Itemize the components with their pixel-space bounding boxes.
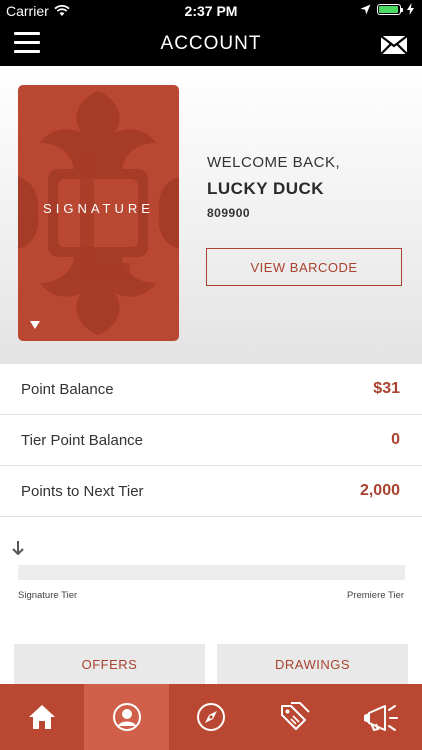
battery-icon: [377, 3, 403, 15]
account-hero: SIGNATURE WELCOME BACK, LUCKY DUCK 80990…: [0, 66, 422, 364]
charging-bolt-icon: [407, 3, 414, 15]
nav-bar: ACCOUNT: [0, 22, 422, 66]
offers-tag-icon: [281, 702, 311, 730]
page-title: ACCOUNT: [160, 33, 262, 54]
row-value: 2,000: [359, 482, 400, 499]
points-to-next-tier-row: Points to Next Tier 2,000: [0, 466, 422, 517]
tab-home[interactable]: [0, 684, 84, 750]
member-number: 809900: [207, 206, 251, 220]
tab-announcements[interactable]: [338, 684, 422, 750]
envelope-icon[interactable]: [380, 34, 408, 56]
member-name: LUCKY DUCK: [207, 179, 325, 198]
status-right-group: [360, 3, 414, 15]
welcome-text: WELCOME BACK,: [207, 154, 341, 171]
drawings-button[interactable]: DRAWINGS: [217, 644, 408, 684]
home-icon: [29, 705, 56, 729]
row-label: Points to Next Tier: [21, 482, 144, 500]
card-label: SIGNATURE: [43, 201, 154, 216]
compass-icon: [197, 703, 226, 731]
account-icon: [112, 703, 141, 731]
offers-button[interactable]: OFFERS: [14, 644, 205, 684]
row-value: 0: [391, 431, 400, 448]
row-label: Point Balance: [21, 380, 114, 398]
megaphone-icon: [363, 705, 398, 732]
row-value: $31: [373, 380, 400, 397]
row-label: Tier Point Balance: [21, 431, 144, 449]
arrow-down-icon: [12, 541, 24, 556]
current-tier-label: Signature Tier: [18, 590, 78, 601]
tab-explore[interactable]: [169, 684, 253, 750]
next-tier-label: Premiere Tier: [346, 590, 404, 601]
tab-account[interactable]: [84, 684, 169, 750]
tab-bar: [0, 684, 422, 750]
tab-offers[interactable]: [253, 684, 337, 750]
location-arrow-icon: [360, 4, 371, 14]
tier-point-balance-row: Tier Point Balance 0: [0, 415, 422, 466]
tier-progress-bar: [18, 565, 405, 580]
point-balance-row: Point Balance $31: [0, 364, 422, 415]
status-time: 2:37 PM: [184, 3, 238, 19]
signature-card[interactable]: SIGNATURE: [18, 85, 179, 341]
view-barcode-button[interactable]: VIEW BARCODE: [206, 248, 402, 286]
balance-list: Point Balance $31 Tier Point Balance 0 P…: [0, 364, 422, 517]
status-bar: Carrier 2:37 PM: [0, 0, 422, 22]
caret-down-icon[interactable]: [30, 321, 40, 329]
